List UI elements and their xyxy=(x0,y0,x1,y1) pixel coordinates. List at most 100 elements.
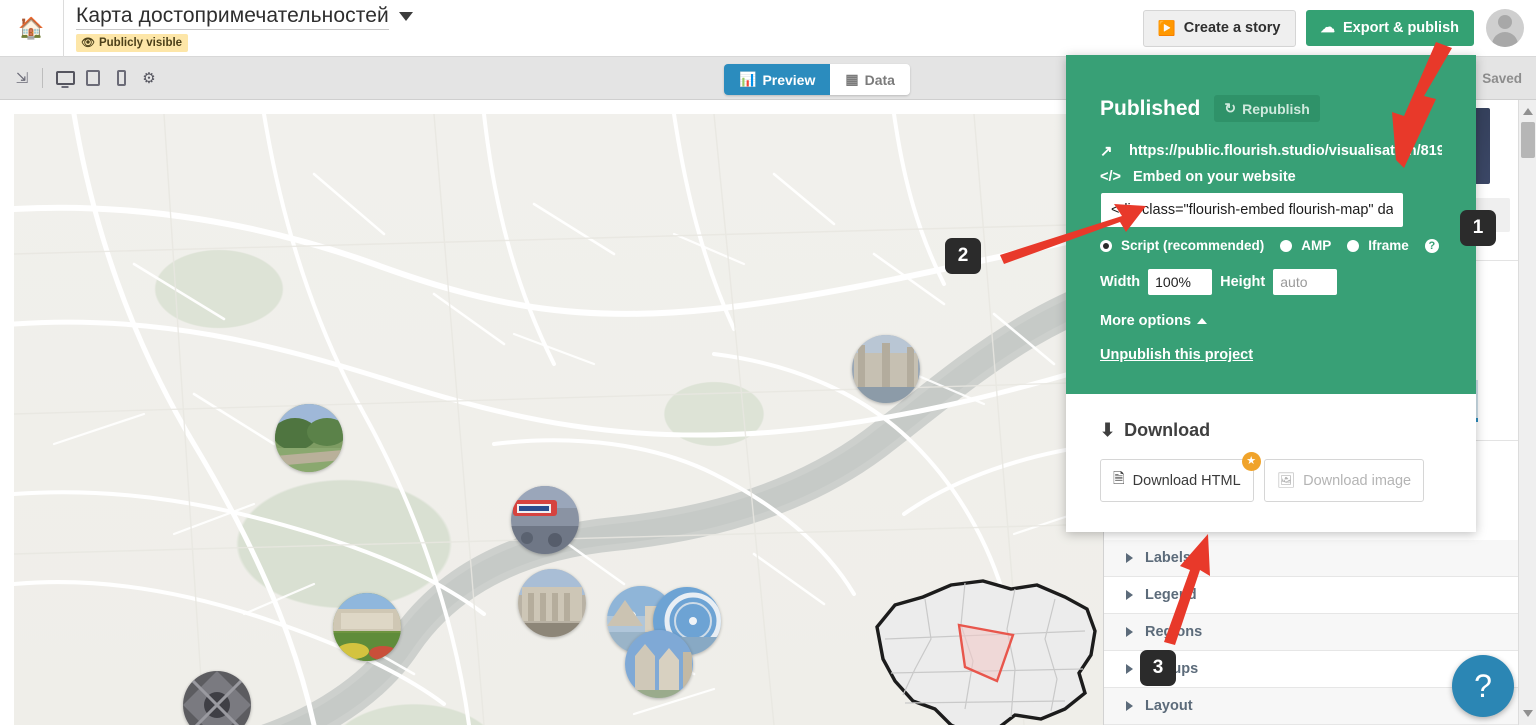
landmark-marker[interactable] xyxy=(183,671,251,725)
view-mode-tabs: 📊 Preview ▦ Data xyxy=(724,64,910,95)
landmark-marker[interactable] xyxy=(518,569,586,637)
visibility-label: Publicly visible xyxy=(99,37,182,49)
sidebar-item-label: Regions xyxy=(1145,624,1202,640)
refresh-icon: ↻ xyxy=(1224,100,1236,117)
radio-amp[interactable] xyxy=(1280,240,1292,252)
published-status: Published xyxy=(1100,97,1200,121)
marker-photo xyxy=(183,671,251,725)
landmark-marker[interactable] xyxy=(333,593,401,661)
scroll-down-arrow-icon[interactable] xyxy=(1523,710,1533,717)
scrollbar-thumb[interactable] xyxy=(1521,122,1535,158)
embed-code-input[interactable] xyxy=(1101,193,1403,227)
download-image-label: Download image xyxy=(1303,473,1411,489)
step-badge-1: 1 xyxy=(1460,210,1496,246)
height-input[interactable] xyxy=(1273,269,1337,295)
download-buttons: 🗎 Download HTML ★ 🖼 Download image xyxy=(1100,459,1442,502)
export-publish-label: Export & publish xyxy=(1343,20,1459,36)
code-icon: </> xyxy=(1100,169,1121,185)
export-publish-button[interactable]: ☁ Export & publish xyxy=(1306,10,1475,46)
html-file-icon: 🗎 xyxy=(1113,468,1125,493)
minimap-inset[interactable] xyxy=(865,569,1103,725)
radio-iframe[interactable] xyxy=(1347,240,1359,252)
toolbar-divider xyxy=(42,68,43,88)
avatar[interactable] xyxy=(1486,9,1524,47)
radio-iframe-label[interactable]: Iframe xyxy=(1368,238,1409,253)
page-title[interactable]: Карта достопримечательностей xyxy=(76,4,389,30)
mobile-preview-button[interactable] xyxy=(107,65,135,91)
tab-data-label: Data xyxy=(865,72,895,88)
desktop-preview-button[interactable] xyxy=(51,65,79,91)
map-canvas[interactable] xyxy=(14,114,1103,725)
marker-photo xyxy=(333,593,401,661)
step-badge-2: 2 xyxy=(945,238,981,274)
chevron-right-icon xyxy=(1126,627,1133,637)
image-file-icon: 🖼 xyxy=(1277,472,1295,489)
download-image-button[interactable]: 🖼 Download image xyxy=(1264,459,1424,502)
visualisation-stage xyxy=(0,100,1103,725)
chevron-down-icon[interactable] xyxy=(399,12,413,21)
step-number: 2 xyxy=(958,245,969,267)
sidebar-item-labels[interactable]: Labels xyxy=(1104,540,1518,577)
chevron-right-icon xyxy=(1126,553,1133,563)
marker-photo xyxy=(518,569,586,637)
play-box-icon: ▶️ xyxy=(1158,20,1176,37)
tab-data[interactable]: ▦ Data xyxy=(830,64,910,95)
table-icon: ▦ xyxy=(845,71,858,88)
published-url-row: ↗ https://public.flourish.studio/visuali… xyxy=(1100,142,1442,160)
step-badge-3: 3 xyxy=(1140,650,1176,686)
width-input[interactable] xyxy=(1148,269,1212,295)
flourish-editor-window: 🏠 Карта достопримечательностей 👁 Publicl… xyxy=(0,0,1536,725)
more-options-toggle[interactable]: More options xyxy=(1100,313,1442,329)
chevron-right-icon xyxy=(1126,664,1133,674)
tab-preview[interactable]: 📊 Preview xyxy=(724,64,830,95)
chart-icon: 📊 xyxy=(739,71,756,88)
marker-photo xyxy=(275,404,343,472)
embed-type-radios: Script (recommended) AMP Iframe ? xyxy=(1100,238,1442,253)
sidebar-item-label: Legend xyxy=(1145,587,1197,603)
chevron-right-icon xyxy=(1126,590,1133,600)
tab-preview-label: Preview xyxy=(762,72,815,88)
published-url[interactable]: https://public.flourish.studio/visualisa… xyxy=(1129,143,1442,159)
republish-button[interactable]: ↻ Republish xyxy=(1214,95,1319,122)
marker-photo xyxy=(852,335,920,403)
republish-label: Republish xyxy=(1242,101,1310,117)
sidebar-item-regions[interactable]: Regions xyxy=(1104,614,1518,651)
sidebar-item-label: Labels xyxy=(1145,550,1191,566)
marker-photo xyxy=(625,630,693,698)
radio-script-label[interactable]: Script (recommended) xyxy=(1121,238,1264,253)
tablet-preview-button[interactable] xyxy=(79,65,107,91)
top-bar: 🏠 Карта достопримечательностей 👁 Publicl… xyxy=(0,0,1536,57)
landmark-marker[interactable] xyxy=(852,335,920,403)
status-badge[interactable]: 👁 Publicly visible xyxy=(76,34,188,52)
sidebar-item-legend[interactable]: Legend xyxy=(1104,577,1518,614)
landmark-marker[interactable] xyxy=(625,630,693,698)
scroll-up-arrow-icon[interactable] xyxy=(1523,108,1533,115)
embed-size-row: Width Height xyxy=(1100,269,1442,295)
tablet-icon xyxy=(86,70,100,86)
saved-label: Saved xyxy=(1482,71,1522,86)
download-heading: ⬇ Download xyxy=(1100,420,1442,441)
unpublish-link[interactable]: Unpublish this project xyxy=(1100,347,1253,363)
preview-settings-button[interactable]: ⚙ xyxy=(135,65,163,91)
create-story-button[interactable]: ▶️ Create a story xyxy=(1143,10,1296,47)
radio-amp-label[interactable]: AMP xyxy=(1301,238,1331,253)
home-button[interactable]: 🏠 xyxy=(0,0,64,57)
step-number: 3 xyxy=(1153,657,1164,679)
top-actions: ▶️ Create a story ☁ Export & publish xyxy=(1143,9,1536,47)
sidebar-scrollbar[interactable] xyxy=(1518,100,1536,725)
landmark-marker[interactable] xyxy=(511,486,579,554)
premium-star-badge: ★ xyxy=(1242,452,1261,471)
landmark-marker[interactable] xyxy=(275,404,343,472)
published-panel: Published ↻ Republish ↗ https://public.f… xyxy=(1066,55,1476,394)
height-label: Height xyxy=(1220,274,1265,290)
question-mark-icon: ? xyxy=(1474,668,1492,705)
help-button[interactable]: ? xyxy=(1452,655,1514,717)
radio-script[interactable] xyxy=(1100,240,1112,252)
download-html-button[interactable]: 🗎 Download HTML ★ xyxy=(1100,459,1254,502)
width-label: Width xyxy=(1100,274,1140,290)
export-publish-popover: Published ↻ Republish ↗ https://public.f… xyxy=(1066,55,1476,532)
external-link-icon[interactable]: ↗ xyxy=(1100,142,1117,160)
gear-icon: ⚙ xyxy=(142,69,155,87)
question-circle-icon[interactable]: ? xyxy=(1425,239,1439,253)
expand-arrows-icon[interactable]: ⇲ xyxy=(10,69,34,87)
